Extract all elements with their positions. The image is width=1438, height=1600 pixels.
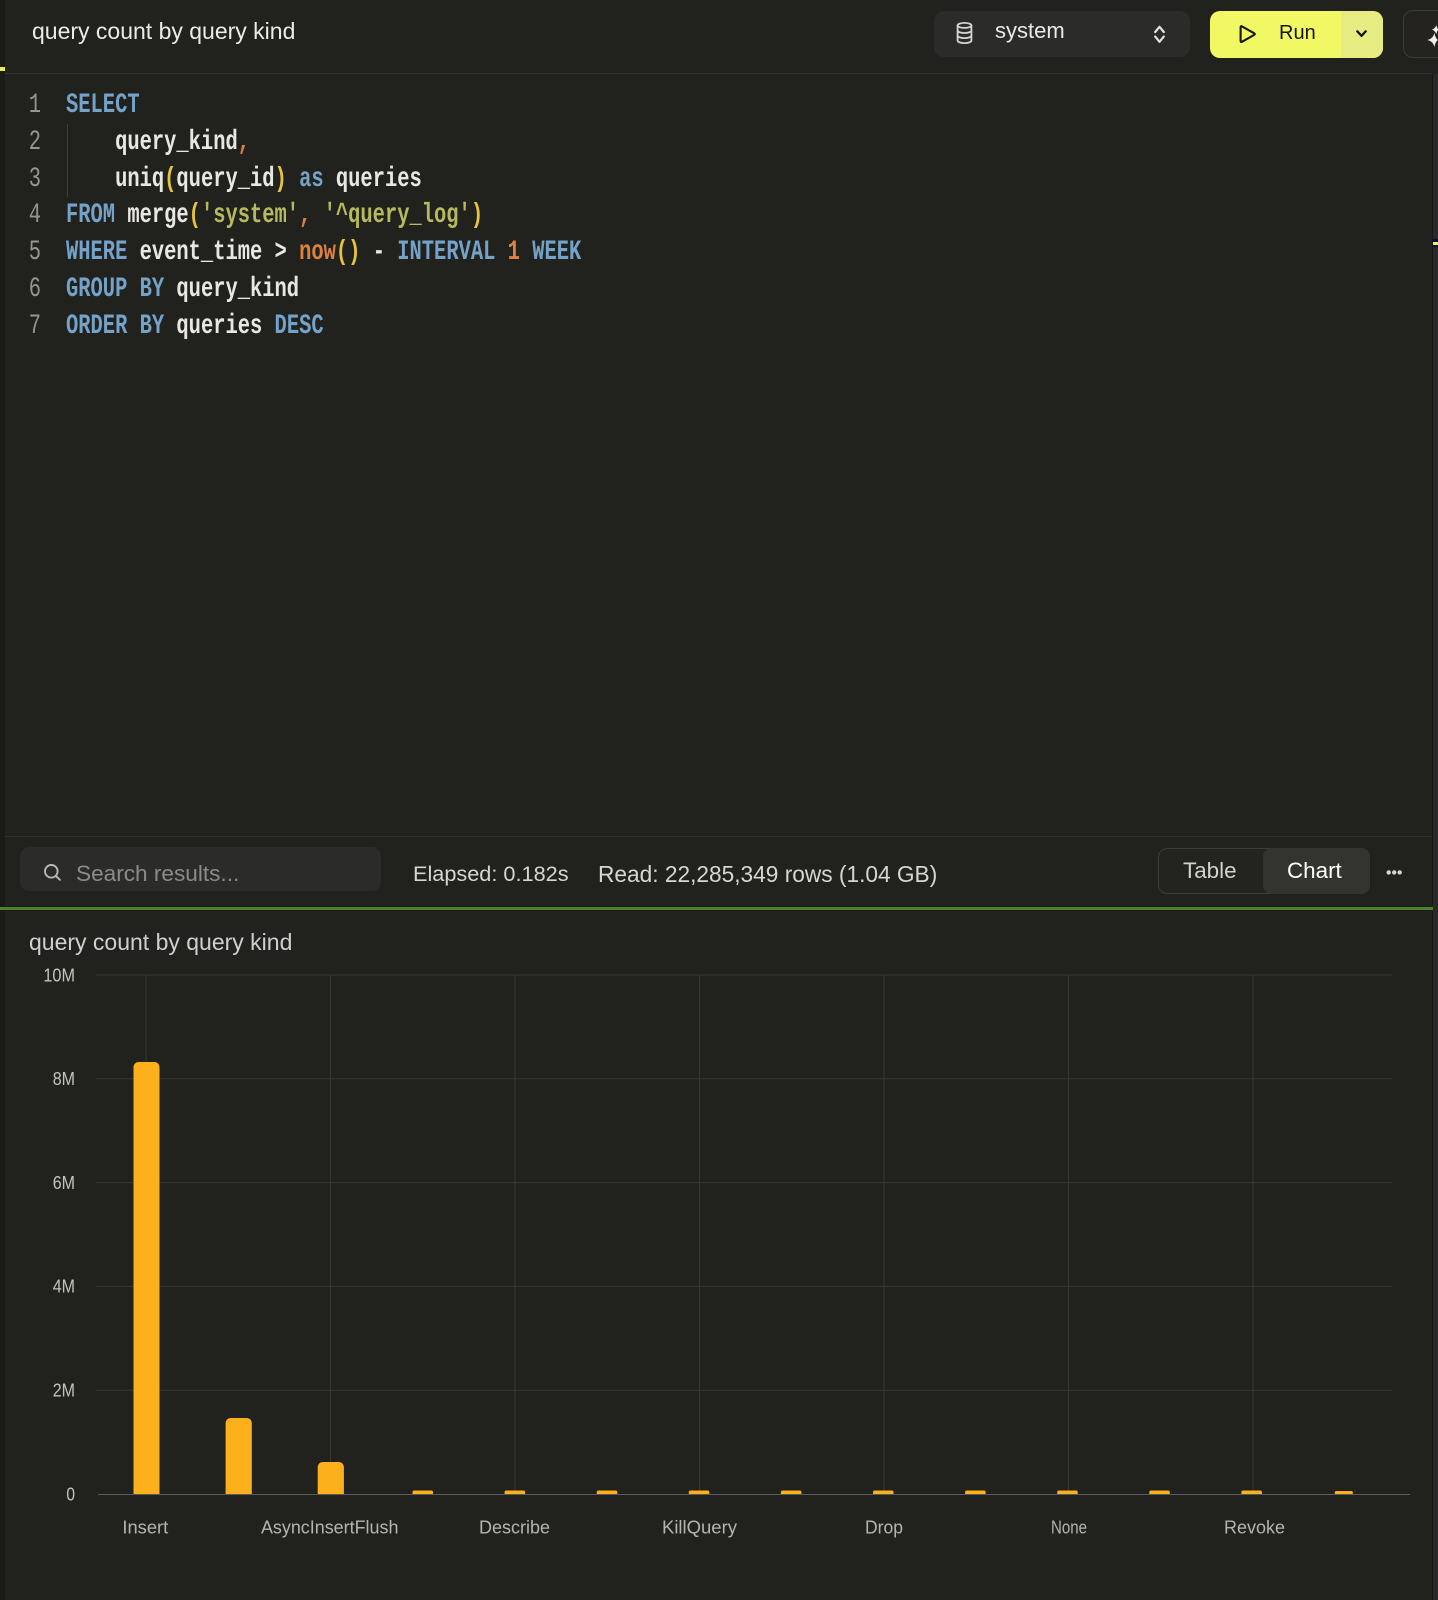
svg-text:AsyncInsertFlush: AsyncInsertFlush — [261, 1517, 399, 1538]
svg-text:10M: 10M — [43, 964, 75, 985]
svg-text:Describe: Describe — [479, 1517, 550, 1538]
svg-text:0: 0 — [66, 1483, 75, 1504]
svg-text:4M: 4M — [53, 1276, 75, 1297]
svg-text:Drop: Drop — [865, 1517, 903, 1538]
svg-text:8M: 8M — [53, 1068, 75, 1089]
svg-text:Insert: Insert — [122, 1517, 168, 1538]
svg-text:Revoke: Revoke — [1224, 1517, 1285, 1538]
svg-text:6M: 6M — [53, 1172, 75, 1193]
svg-text:None: None — [1051, 1517, 1087, 1538]
svg-text:2M: 2M — [53, 1380, 75, 1401]
svg-text:KillQuery: KillQuery — [662, 1517, 738, 1538]
